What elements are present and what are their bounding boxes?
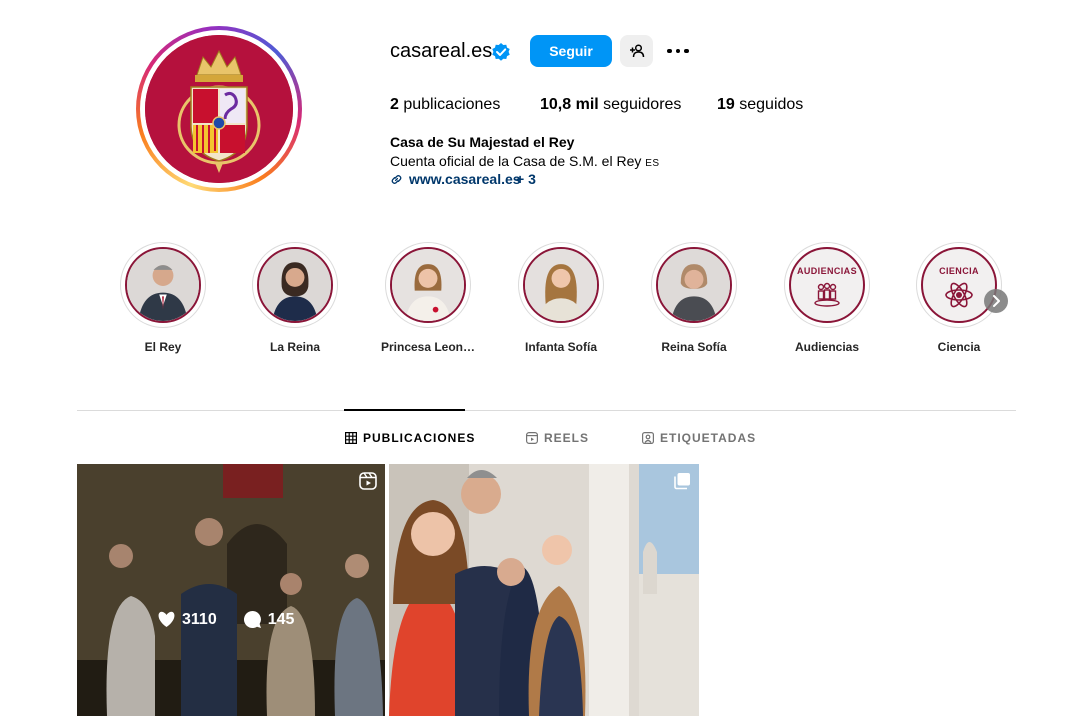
reel-type-icon	[359, 472, 377, 490]
chevron-right-icon	[993, 295, 1000, 307]
likes-value: 3110	[182, 610, 217, 628]
portrait-king	[125, 247, 201, 323]
reels-icon	[526, 432, 538, 444]
highlight-ring	[252, 242, 338, 328]
portrait-queen-sofia	[656, 247, 732, 323]
highlight-label: Reina Sofía	[661, 340, 727, 354]
highlight-el-rey[interactable]: El Rey	[120, 242, 206, 354]
posts-count-label: publicaciones	[403, 96, 501, 113]
portrait-princess	[390, 247, 466, 323]
highlight-label: La Reina	[269, 340, 320, 354]
tab-reels[interactable]: REELS	[526, 431, 589, 445]
heart-icon	[158, 611, 175, 627]
posts-count: 2 publicaciones	[390, 96, 500, 114]
following-count[interactable]: 19 seguidos	[717, 96, 803, 114]
bio-flag: ES	[645, 158, 660, 169]
tab-label: ETIQUETADAS	[660, 431, 757, 445]
highlight-audiencias[interactable]: AUDIENCIAS Audiencias	[784, 242, 870, 354]
link-icon	[391, 175, 402, 184]
highlight-infanta-sofia[interactable]: Infanta Sofía	[518, 242, 604, 354]
atom-icon	[945, 282, 973, 308]
tab-etiquetadas[interactable]: ETIQUETADAS	[642, 431, 756, 445]
dot-icon	[667, 48, 672, 54]
highlight-ring: CIENCIA	[916, 242, 1002, 328]
post-tile[interactable]	[389, 464, 699, 716]
highlight-label: Ciencia	[937, 340, 981, 354]
highlight-ciencia[interactable]: CIENCIA Ciencia	[916, 242, 1002, 354]
carousel-type-icon	[674, 473, 690, 490]
suggested-accounts-button[interactable]	[620, 35, 653, 67]
coat-of-arms-icon	[145, 35, 293, 183]
highlight-cover-text: CIENCIA	[939, 266, 979, 276]
portrait-infanta	[523, 247, 599, 323]
tagged-icon	[642, 432, 654, 444]
post-photo	[389, 464, 699, 716]
followers-count-value: 10,8 mil	[540, 96, 599, 113]
highlights-next-button[interactable]	[984, 289, 1008, 313]
science-cover: CIENCIA	[921, 247, 997, 323]
active-tab-indicator	[344, 409, 465, 411]
audiences-cover: AUDIENCIAS	[789, 247, 865, 323]
verified-badge-icon	[492, 43, 510, 61]
highlight-label: Princesa Leon…	[380, 340, 476, 354]
dot-icon	[684, 48, 689, 54]
hover-overlay	[77, 464, 385, 716]
more-options-button[interactable]	[664, 42, 692, 60]
avatar[interactable]	[145, 35, 293, 183]
post-stats: 3110 145	[157, 610, 294, 629]
highlight-ring	[385, 242, 471, 328]
highlight-ring	[518, 242, 604, 328]
highlight-la-reina[interactable]: La Reina	[252, 242, 338, 354]
dot-icon	[675, 48, 681, 54]
tab-label: REELS	[544, 431, 590, 445]
website-link[interactable]: www.casareal.es	[409, 171, 521, 187]
likes-count: 3110	[157, 611, 217, 629]
audiences-icon	[814, 282, 840, 307]
grid-icon	[345, 432, 357, 444]
highlight-label: Infanta Sofía	[524, 340, 597, 354]
following-count-label: seguidos	[739, 96, 804, 113]
tabs-divider	[77, 410, 1016, 411]
comment-icon	[243, 611, 261, 628]
highlight-ring	[651, 242, 737, 328]
bio: Cuenta oficial de la Casa de S.M. el Rey…	[390, 153, 660, 169]
post-tile[interactable]: 3110 145	[77, 464, 385, 716]
followers-count-label: seguidores	[603, 96, 682, 113]
highlight-cover-text: AUDIENCIAS	[796, 266, 857, 276]
highlight-label: Audiencias	[794, 340, 860, 354]
highlight-ring: AUDIENCIAS	[784, 242, 870, 328]
comments-count: 145	[243, 610, 295, 629]
tab-publicaciones[interactable]: PUBLICACIONES	[345, 431, 475, 445]
more-links[interactable]: + 3	[516, 171, 536, 187]
highlight-ring	[120, 242, 206, 328]
portrait-queen	[257, 247, 333, 323]
highlight-princesa-leonor[interactable]: Princesa Leon…	[381, 242, 475, 354]
full-name: Casa de Su Majestad el Rey	[390, 134, 575, 150]
follow-button[interactable]: Seguir	[530, 35, 612, 67]
highlight-reina-sofia[interactable]: Reina Sofía	[651, 242, 737, 354]
tab-label: PUBLICACIONES	[363, 431, 476, 445]
comments-value: 145	[267, 610, 295, 628]
posts-count-value: 2	[390, 96, 399, 113]
following-count-value: 19	[717, 96, 735, 113]
bio-text: Cuenta oficial de la Casa de S.M. el Rey	[390, 153, 642, 169]
followers-count[interactable]: 10,8 mil seguidores	[540, 96, 681, 114]
add-person-icon	[629, 44, 644, 58]
username: casareal.es	[390, 40, 493, 62]
highlight-label: El Rey	[144, 340, 182, 354]
